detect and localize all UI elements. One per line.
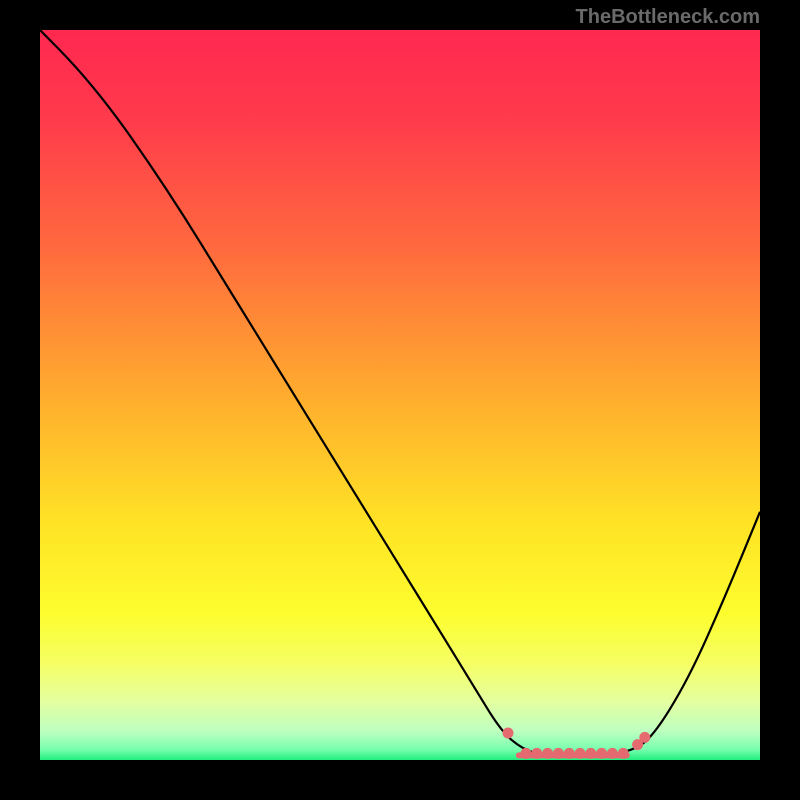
watermark-text: TheBottleneck.com (576, 6, 760, 29)
optimal-region-markers (503, 727, 651, 758)
bottleneck-curve (40, 30, 760, 757)
curve-layer (40, 30, 760, 760)
plot-area (40, 30, 760, 760)
chart-container: TheBottleneck.com (0, 0, 800, 800)
